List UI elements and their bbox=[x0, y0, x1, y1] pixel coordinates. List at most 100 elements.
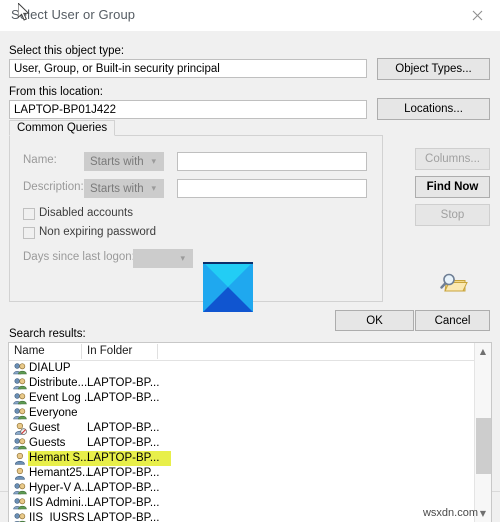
description-label: Description: bbox=[23, 181, 84, 193]
disabled-accounts-label: Disabled accounts bbox=[39, 207, 133, 219]
row-icon bbox=[13, 377, 27, 390]
cell-in-folder: LAPTOP-BP... bbox=[87, 422, 160, 434]
cell-in-folder: LAPTOP-BP... bbox=[87, 437, 160, 449]
description-operator-value: Starts with bbox=[90, 183, 144, 195]
row-icon bbox=[13, 362, 27, 375]
search-results-label: Search results: bbox=[9, 328, 86, 340]
tab-common-queries[interactable]: Common Queries bbox=[9, 120, 116, 136]
row-icon bbox=[13, 407, 27, 420]
chevron-down-icon: ▾ bbox=[151, 184, 156, 194]
window-title: Select User or Group bbox=[11, 7, 136, 22]
table-row[interactable]: Distribute... LAPTOP-BP... bbox=[9, 376, 491, 391]
group-icon bbox=[13, 498, 27, 510]
cell-in-folder: LAPTOP-BP... bbox=[87, 392, 160, 404]
cell-in-folder: LAPTOP-BP... bbox=[87, 377, 160, 389]
description-operator-select[interactable]: Starts with ▾ bbox=[84, 179, 164, 198]
four-triangle-logo-icon bbox=[203, 262, 253, 312]
cell-name: Hemant25... bbox=[29, 467, 92, 479]
group-icon bbox=[13, 378, 27, 390]
table-row[interactable]: IIS Admini... LAPTOP-BP... bbox=[9, 496, 491, 511]
row-icon bbox=[13, 482, 27, 495]
list-header: Name In Folder bbox=[9, 343, 491, 361]
close-icon bbox=[472, 10, 482, 21]
table-row[interactable]: Event Log ... LAPTOP-BP... bbox=[9, 391, 491, 406]
days-since-last-logon-select[interactable]: ▾ bbox=[133, 249, 193, 268]
cell-name: Distribute... bbox=[29, 377, 88, 389]
cell-name: Guest bbox=[29, 422, 60, 434]
magnifier-folder-icon bbox=[440, 271, 468, 295]
columns-button[interactable]: Columns... bbox=[415, 148, 490, 170]
cell-name: Event Log ... bbox=[29, 392, 94, 404]
locations-button[interactable]: Locations... bbox=[377, 98, 490, 120]
stop-button[interactable]: Stop bbox=[415, 204, 490, 226]
group-icon bbox=[14, 513, 26, 522]
object-type-label: Select this object type: bbox=[9, 45, 125, 57]
cell-name: Guests bbox=[29, 437, 66, 449]
table-row[interactable]: Guests LAPTOP-BP... bbox=[9, 436, 491, 451]
ok-button[interactable]: OK bbox=[335, 310, 414, 331]
select-user-or-group-dialog: Select User or Group Select this object … bbox=[0, 0, 500, 522]
description-input[interactable] bbox=[177, 179, 367, 198]
user-icon bbox=[14, 467, 25, 480]
table-row[interactable]: Hyper-V A... LAPTOP-BP... bbox=[9, 481, 491, 496]
location-label: From this location: bbox=[9, 86, 103, 98]
chevron-down-icon: ▾ bbox=[151, 157, 156, 167]
table-row[interactable]: IIS_IUSRS LAPTOP-BP... bbox=[9, 511, 491, 522]
cell-in-folder: LAPTOP-BP... bbox=[87, 497, 160, 509]
row-icon bbox=[13, 392, 27, 405]
group-icon bbox=[13, 393, 27, 405]
group-icon bbox=[13, 363, 27, 375]
non-expiring-password-checkbox[interactable] bbox=[23, 227, 35, 239]
group-icon bbox=[13, 483, 27, 495]
cell-in-folder: LAPTOP-BP... bbox=[87, 512, 160, 522]
name-operator-value: Starts with bbox=[90, 156, 144, 168]
cell-in-folder: LAPTOP-BP... bbox=[87, 467, 160, 479]
cell-in-folder: LAPTOP-BP... bbox=[87, 482, 160, 494]
cell-name: IIS_IUSRS bbox=[29, 512, 85, 522]
name-input[interactable] bbox=[177, 152, 367, 171]
name-operator-select[interactable]: Starts with ▾ bbox=[84, 152, 164, 171]
object-types-button[interactable]: Object Types... bbox=[377, 58, 490, 80]
column-header-in-folder[interactable]: In Folder bbox=[87, 345, 132, 357]
row-icon bbox=[13, 512, 27, 522]
location-field[interactable]: LAPTOP-BP01J422 bbox=[9, 100, 367, 119]
name-label: Name: bbox=[23, 154, 57, 166]
table-row[interactable]: Hemant S... LAPTOP-BP... bbox=[9, 451, 491, 466]
results-scrollbar[interactable]: ▲ ▼ bbox=[474, 343, 491, 522]
object-type-field[interactable]: User, Group, or Built-in security princi… bbox=[9, 59, 367, 78]
cell-name: DIALUP bbox=[29, 362, 71, 374]
row-icon bbox=[13, 452, 27, 465]
table-row[interactable]: Guest LAPTOP-BP... bbox=[9, 421, 491, 436]
table-row[interactable]: Hemant25... LAPTOP-BP... bbox=[9, 466, 491, 481]
cancel-button[interactable]: Cancel bbox=[415, 310, 490, 331]
watermark-text: wsxdn.com bbox=[422, 507, 478, 519]
list-rows: DIALUP Distribute... LAPTOP-BP... Event Log… bbox=[9, 361, 491, 522]
cell-name: Hyper-V A... bbox=[29, 482, 91, 494]
search-results-list[interactable]: Name In Folder DIALUP Distribute... LAPTOP… bbox=[8, 342, 492, 522]
column-divider[interactable] bbox=[157, 344, 158, 359]
cell-name: Hemant S... bbox=[29, 452, 90, 464]
cell-name: IIS Admini... bbox=[29, 497, 91, 509]
scroll-up-button[interactable]: ▲ bbox=[475, 343, 491, 360]
close-button[interactable] bbox=[454, 0, 500, 31]
user-disabled-icon bbox=[14, 422, 27, 435]
scrollbar-thumb[interactable] bbox=[476, 418, 491, 474]
disabled-accounts-checkbox[interactable] bbox=[23, 208, 35, 220]
row-icon bbox=[13, 422, 27, 435]
user-icon bbox=[14, 452, 25, 465]
row-icon bbox=[13, 497, 27, 510]
row-icon bbox=[13, 437, 27, 450]
row-icon bbox=[13, 467, 27, 480]
column-header-name[interactable]: Name bbox=[14, 345, 45, 357]
table-row[interactable]: DIALUP bbox=[9, 361, 491, 376]
blue-square-logo bbox=[203, 262, 253, 312]
dialog-body: Select this object type: User, Group, or… bbox=[0, 31, 500, 522]
days-since-last-logon-label: Days since last logon: bbox=[23, 251, 135, 263]
column-divider[interactable] bbox=[81, 344, 82, 359]
title-bar: Select User or Group bbox=[0, 0, 500, 31]
find-now-button[interactable]: Find Now bbox=[415, 176, 490, 198]
group-icon bbox=[13, 438, 27, 450]
table-row[interactable]: Everyone bbox=[9, 406, 491, 421]
group-icon bbox=[13, 408, 27, 420]
chevron-down-icon: ▾ bbox=[180, 254, 185, 264]
